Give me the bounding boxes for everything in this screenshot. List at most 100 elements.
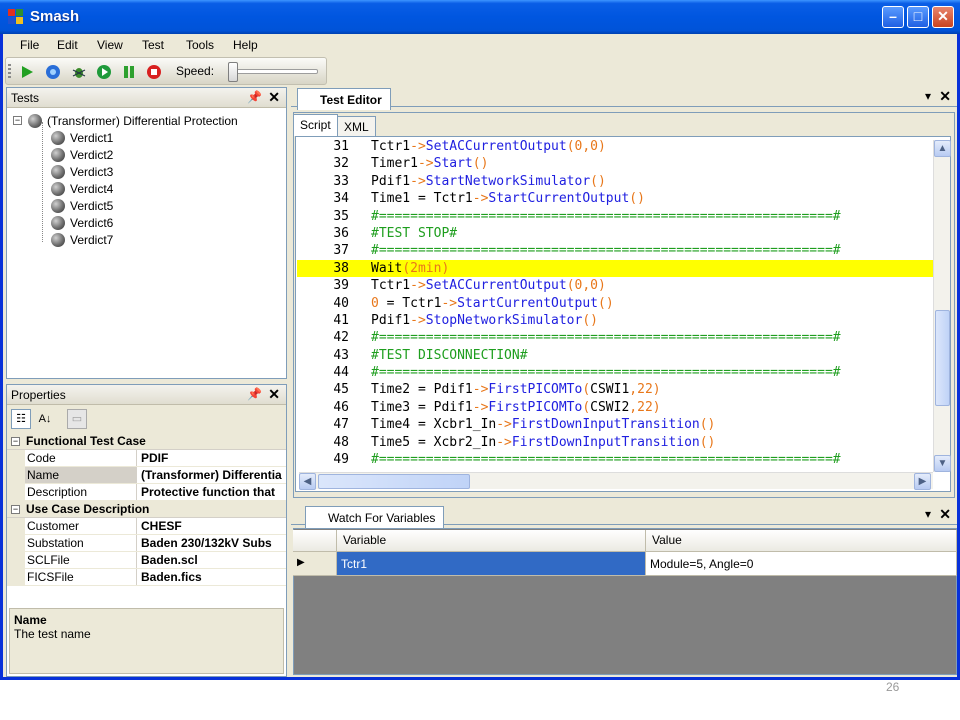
code-token: ->: [417, 156, 434, 172]
menu-file[interactable]: File: [20, 38, 39, 52]
scroll-up-icon[interactable]: ▲: [934, 140, 951, 157]
property-row[interactable]: Name (Transformer) Differentia: [7, 467, 286, 484]
tree-root[interactable]: − (Transformer) Differential Protection: [13, 112, 238, 129]
tree-item-verdict[interactable]: Verdict1: [13, 129, 238, 146]
code-line[interactable]: 46 Time3 = Pdif1->FirstPICOMTo(CSWI2,22): [297, 399, 933, 416]
minimize-button[interactable]: –: [882, 6, 904, 28]
close-window-button[interactable]: ✕: [932, 6, 954, 28]
property-value[interactable]: (Transformer) Differentia: [137, 467, 286, 483]
collapse-icon[interactable]: −: [13, 116, 22, 125]
menu-test[interactable]: Test: [142, 38, 164, 52]
code-line[interactable]: 38 Wait(2min): [297, 259, 933, 278]
code-line[interactable]: 37 #=====================================…: [297, 242, 933, 259]
tab-test-editor[interactable]: Test Editor: [297, 88, 391, 110]
toolbar-grip-icon[interactable]: [8, 64, 11, 80]
tree-item-verdict[interactable]: Verdict4: [13, 180, 238, 197]
scroll-left-icon[interactable]: ◀: [299, 473, 316, 490]
close-pane-icon[interactable]: ✕: [268, 89, 280, 106]
menu-help[interactable]: Help: [233, 38, 258, 52]
collapse-icon[interactable]: −: [11, 504, 20, 514]
property-value[interactable]: PDIF: [137, 450, 286, 466]
code-line[interactable]: 44 #=====================================…: [297, 364, 933, 381]
code-line[interactable]: 41 Pdif1->StopNetworkSimulator(): [297, 312, 933, 329]
dropdown-icon[interactable]: ▾: [925, 507, 931, 521]
maximize-button[interactable]: □: [907, 6, 929, 28]
property-row[interactable]: FICSFile Baden.fics: [7, 569, 286, 586]
speed-slider-thumb[interactable]: [228, 62, 238, 82]
tree-item-verdict[interactable]: Verdict7: [13, 231, 238, 248]
horizontal-scroll-thumb[interactable]: [318, 474, 470, 489]
property-value[interactable]: Baden 230/132kV Subs: [137, 535, 286, 551]
play-icon[interactable]: [95, 63, 113, 81]
close-pane-icon[interactable]: ✕: [268, 386, 280, 403]
property-description: Name The test name: [9, 608, 284, 674]
property-row[interactable]: SCLFile Baden.scl: [7, 552, 286, 569]
code-line[interactable]: 47 Time4 = Xcbr1_In->FirstDownInputTransi…: [297, 416, 933, 433]
code-line[interactable]: 33 Pdif1->StartNetworkSimulator(): [297, 173, 933, 190]
line-number: 39: [333, 278, 349, 294]
title-bar[interactable]: Smash – □ ✕: [0, 0, 960, 34]
menu-tools[interactable]: Tools: [186, 38, 214, 52]
code-line[interactable]: 42 #=====================================…: [297, 329, 933, 346]
code-line[interactable]: 43 #TEST DISCONNECTION#: [297, 347, 933, 364]
code-line[interactable]: 39 Tctr1->SetACCurrentOutput(0,0): [297, 277, 933, 294]
tree-item-verdict[interactable]: Verdict6: [13, 214, 238, 231]
line-number: 47: [333, 417, 349, 433]
code-line[interactable]: 31 Tctr1->SetACCurrentOutput(0,0): [297, 138, 933, 155]
vertical-scroll-thumb[interactable]: [935, 310, 950, 406]
code-line[interactable]: 45 Time2 = Pdif1->FirstPICOMTo(CSWI1,22): [297, 381, 933, 398]
code-line[interactable]: 35 #=====================================…: [297, 208, 933, 225]
property-value[interactable]: CHESF: [137, 518, 286, 534]
menu-view[interactable]: View: [97, 38, 123, 52]
property-row[interactable]: Code PDIF: [7, 450, 286, 467]
watch-value-cell[interactable]: Module=5, Angle=0: [646, 552, 957, 575]
property-category[interactable]: − Functional Test Case: [7, 433, 286, 450]
tab-xml[interactable]: XML: [337, 116, 376, 136]
run-icon[interactable]: [18, 63, 36, 81]
debug-icon[interactable]: [70, 63, 88, 81]
code-line[interactable]: 32 Timer1->Start(): [297, 155, 933, 172]
tree-item-verdict[interactable]: Verdict3: [13, 163, 238, 180]
code-line[interactable]: 49 #=====================================…: [297, 451, 933, 468]
column-value[interactable]: Value: [646, 530, 957, 551]
pause-icon[interactable]: [120, 63, 138, 81]
property-value[interactable]: Protective function that: [137, 484, 286, 500]
network-icon[interactable]: [44, 63, 62, 81]
pin-icon[interactable]: 📌: [247, 90, 262, 104]
scroll-right-icon[interactable]: ▶: [914, 473, 931, 490]
code-line[interactable]: 36 #TEST STOP#: [297, 225, 933, 242]
vertical-scrollbar[interactable]: ▲ ▼: [933, 140, 951, 472]
code-line[interactable]: 34 Time1 = Tctr1->StartCurrentOutput(): [297, 190, 933, 207]
property-row[interactable]: Customer CHESF: [7, 518, 286, 535]
close-pane-icon[interactable]: ✕: [939, 88, 951, 105]
close-pane-icon[interactable]: ✕: [939, 506, 951, 523]
table-row[interactable]: ▶ Tctr1 Module=5, Angle=0: [293, 552, 957, 576]
property-value[interactable]: Baden.scl: [137, 552, 286, 568]
code-line[interactable]: 48 Time5 = Xcbr2_In->FirstDownInputTransi…: [297, 434, 933, 451]
menu-edit[interactable]: Edit: [57, 38, 78, 52]
horizontal-scrollbar[interactable]: ◀ ▶: [299, 472, 933, 490]
row-selector-icon[interactable]: ▶: [293, 552, 337, 575]
scroll-down-icon[interactable]: ▼: [934, 455, 951, 472]
tab-script[interactable]: Script: [293, 114, 338, 136]
watch-variable-cell[interactable]: Tctr1: [337, 552, 646, 575]
code-token: ->: [472, 191, 489, 207]
collapse-icon[interactable]: −: [11, 436, 20, 446]
property-row[interactable]: Substation Baden 230/132kV Subs: [7, 535, 286, 552]
code-line[interactable]: 40 0 = Tctr1->StartCurrentOutput(): [297, 295, 933, 312]
stop-icon[interactable]: [145, 63, 163, 81]
code-editor[interactable]: 31 Tctr1->SetACCurrentOutput(0,0) 32 Timer1…: [297, 138, 933, 470]
categorized-icon[interactable]: ☷: [11, 409, 31, 429]
speed-slider-track[interactable]: [230, 69, 318, 74]
alphabetical-sort-icon[interactable]: A↓: [35, 409, 55, 429]
tree-item-verdict[interactable]: Verdict5: [13, 197, 238, 214]
property-category[interactable]: − Use Case Description: [7, 501, 286, 518]
property-value[interactable]: Baden.fics: [137, 569, 286, 585]
pin-icon[interactable]: 📌: [247, 387, 262, 401]
property-row[interactable]: Description Protective function that: [7, 484, 286, 501]
tab-watch-variables[interactable]: Watch For Variables: [305, 506, 445, 528]
property-pages-icon[interactable]: ▭: [67, 409, 87, 429]
column-variable[interactable]: Variable: [337, 530, 646, 551]
dropdown-icon[interactable]: ▾: [925, 89, 931, 103]
tree-item-verdict[interactable]: Verdict2: [13, 146, 238, 163]
